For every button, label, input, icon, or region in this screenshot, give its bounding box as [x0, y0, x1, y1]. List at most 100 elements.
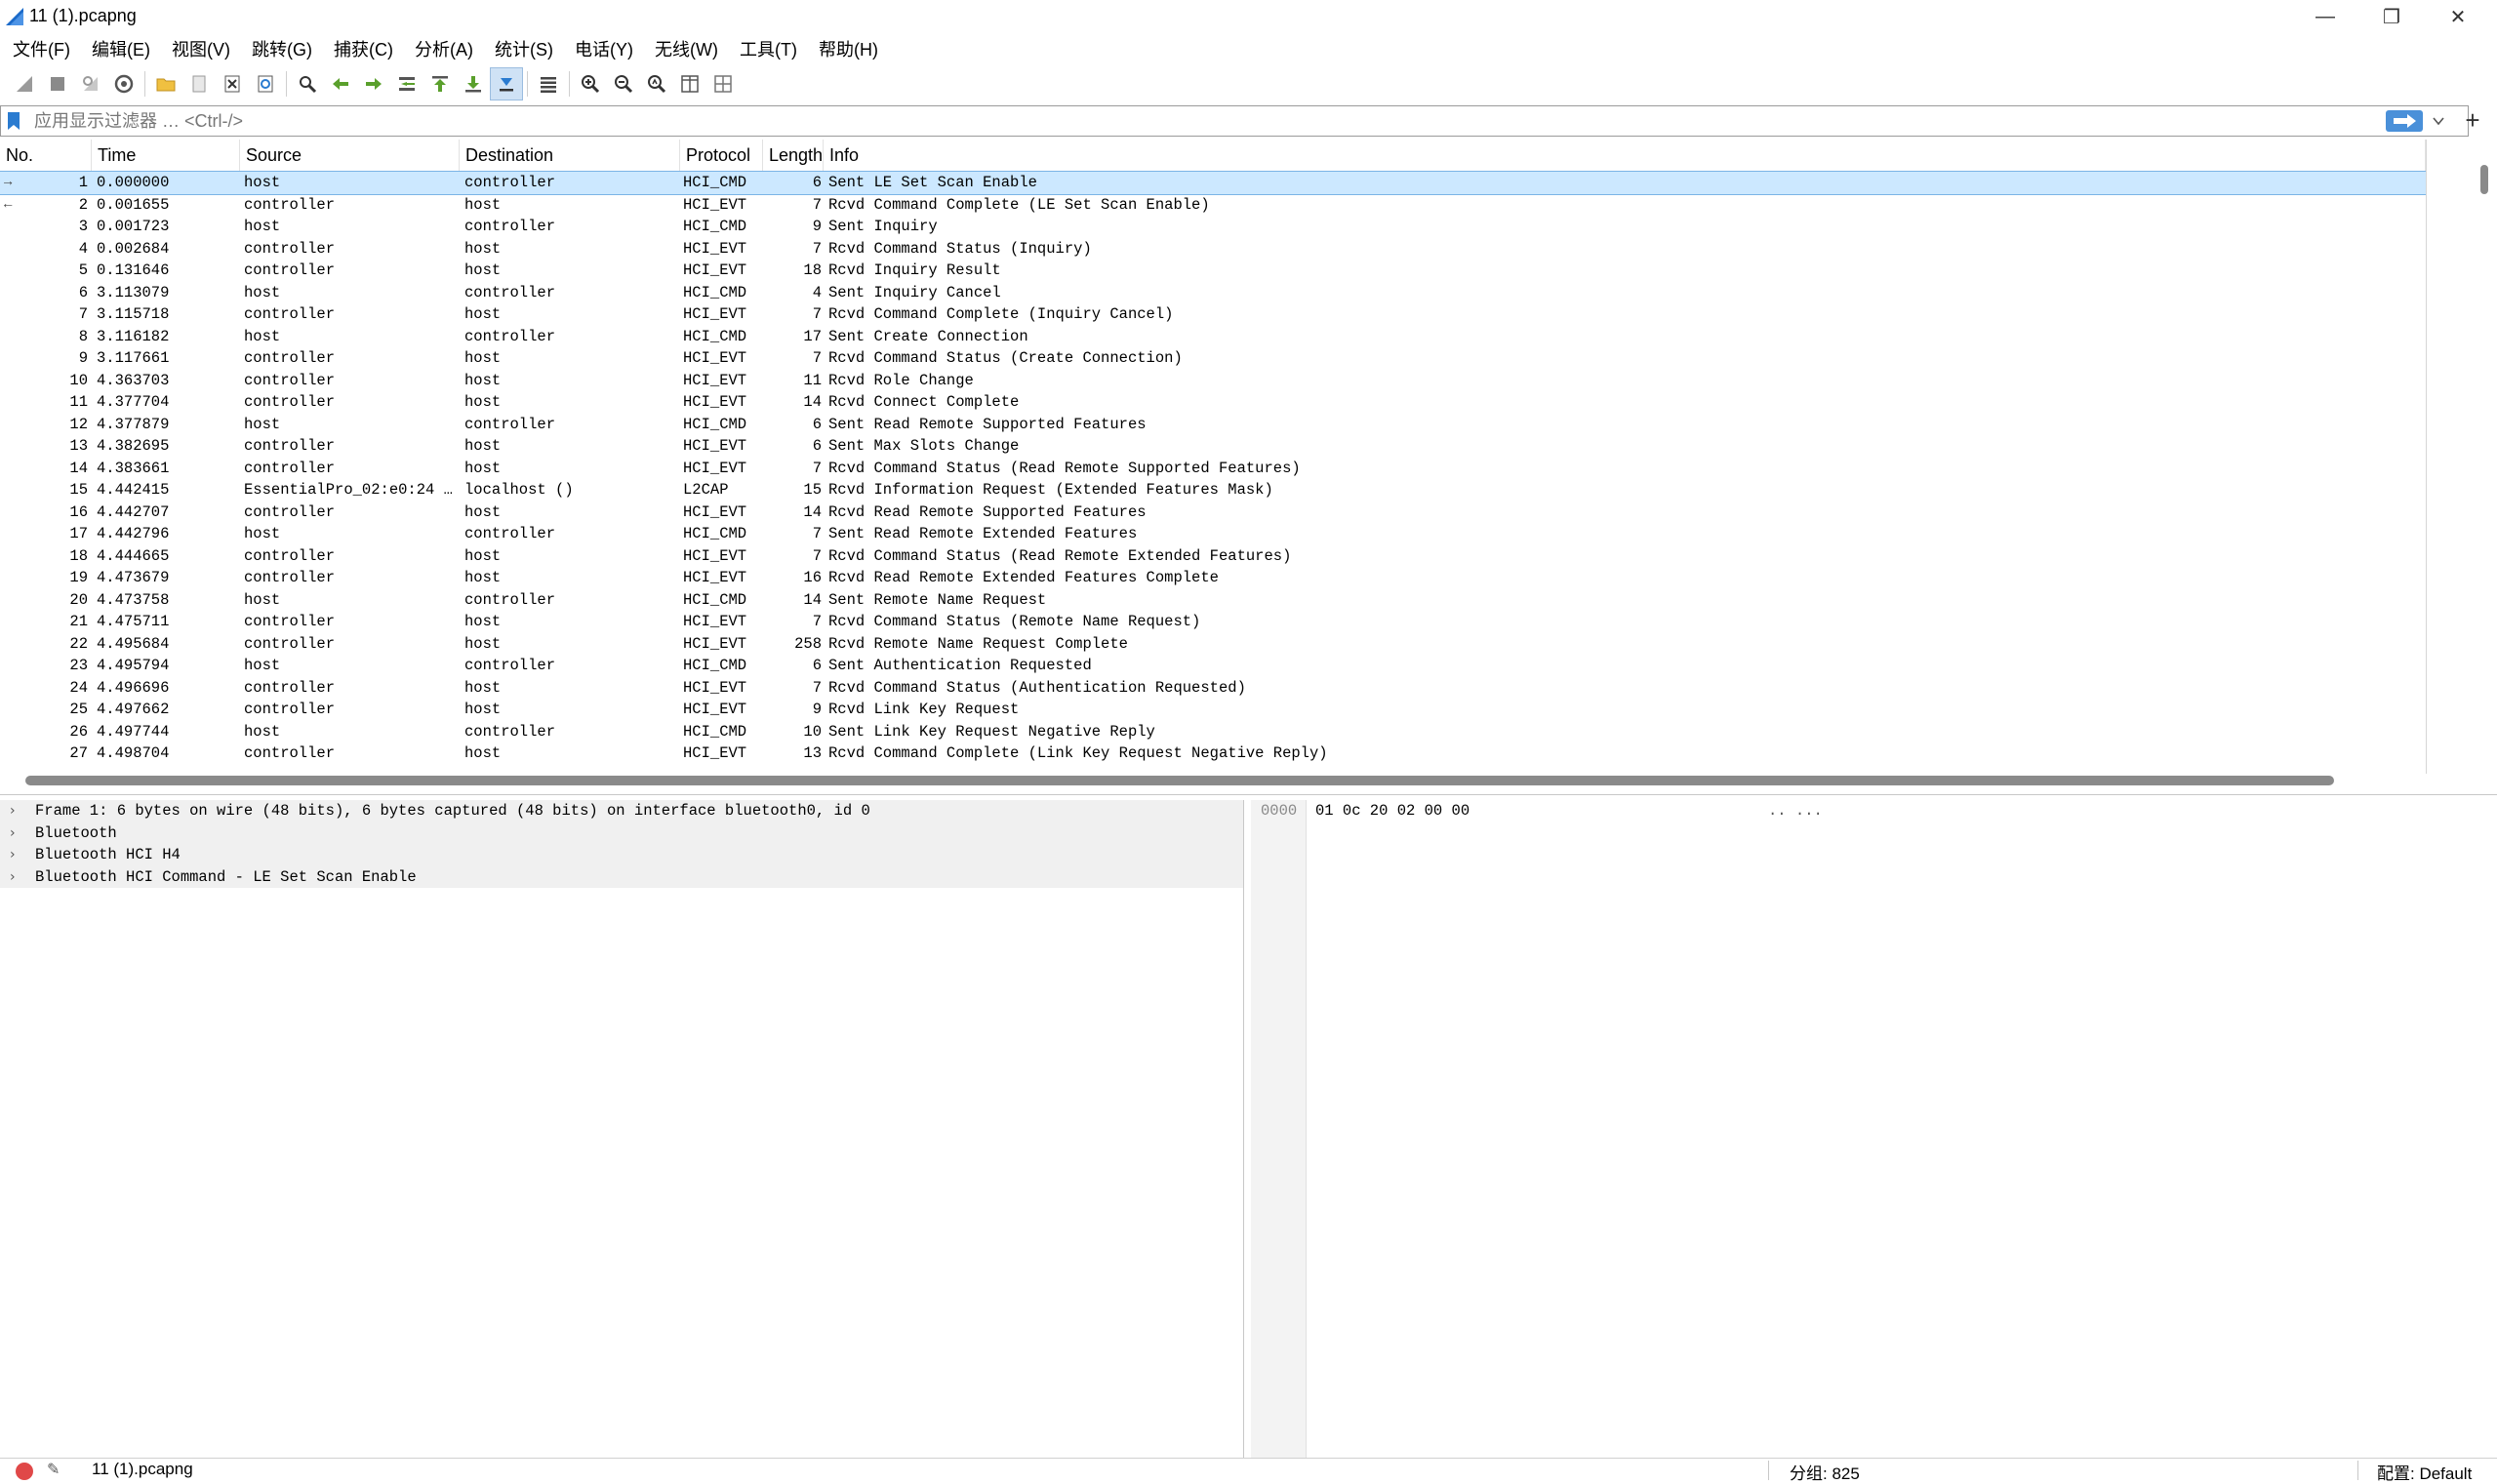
capture-options-button[interactable] [107, 67, 141, 100]
packet-row[interactable]: 8 3.116182 host controller HCI_CMD 17 Sent Cre… [0, 326, 2426, 348]
packet-row[interactable]: 22 4.495684 controller host HCI_EVT 258 Rcvd R… [0, 633, 2426, 656]
detail-tree-label: Bluetooth HCI H4 [35, 846, 181, 863]
packet-row[interactable]: 12 4.377879 host controller HCI_CMD 6 Sent Rea… [0, 414, 2426, 436]
packet-row[interactable]: 7 3.115718 controller host HCI_EVT 7 Rcvd Comm… [0, 303, 2426, 326]
packet-row[interactable]: 11 4.377704 controller host HCI_EVT 14 Rcvd Co… [0, 391, 2426, 414]
apply-filter-button[interactable] [2386, 110, 2423, 132]
column-header-no[interactable]: No. [0, 140, 92, 171]
packet-row[interactable]: 4 0.002684 controller host HCI_EVT 7 Rcvd Comm… [0, 238, 2426, 261]
menu-view[interactable]: 视图(V) [159, 36, 239, 61]
start-capture-button[interactable] [8, 67, 41, 100]
save-file-button[interactable] [182, 67, 216, 100]
display-filter-input[interactable] [34, 109, 2376, 133]
column-header-length[interactable]: Length [763, 140, 824, 171]
column-header-source[interactable]: Source [240, 140, 460, 171]
packet-row[interactable]: 5 0.131646 controller host HCI_EVT 18 Rcvd Inq… [0, 260, 2426, 282]
packet-row[interactable]: 24 4.496696 controller host HCI_EVT 7 Rcvd Com… [0, 677, 2426, 700]
capture-comment-icon[interactable]: ✎ [47, 1460, 60, 1479]
menu-wireless[interactable]: 无线(W) [642, 36, 727, 61]
packet-row[interactable]: 25 4.497662 controller host HCI_EVT 9 Rcvd Lin… [0, 699, 2426, 721]
packet-row[interactable]: → 1 0.000000 host controller HCI_CMD 6 Sent LE … [0, 171, 2426, 195]
go-first-button[interactable] [423, 67, 457, 100]
pane-splitter[interactable] [0, 794, 2497, 795]
packet-row[interactable]: ← 2 0.001655 controller host HCI_EVT 7 Rcvd Com… [0, 194, 2426, 217]
zoom-in-button[interactable] [574, 67, 607, 100]
reload-file-button[interactable] [249, 67, 282, 100]
column-header-protocol[interactable]: Protocol [680, 140, 763, 171]
packet-row[interactable]: 16 4.442707 controller host HCI_EVT 14 Rcvd Re… [0, 501, 2426, 524]
go-back-button[interactable] [324, 67, 357, 100]
packet-row[interactable]: 17 4.442796 host controller HCI_CMD 7 Sent Rea… [0, 523, 2426, 545]
packet-row[interactable]: 10 4.363703 controller host HCI_EVT 11 Rcvd Ro… [0, 370, 2426, 392]
packet-cell-destination: controller [464, 525, 556, 542]
add-filter-button-button[interactable]: + [2455, 103, 2490, 137]
packet-row[interactable]: 13 4.382695 controller host HCI_EVT 6 Sent Max… [0, 435, 2426, 458]
stop-capture-button[interactable] [41, 67, 74, 100]
zoom-normal-button[interactable] [640, 67, 673, 100]
packet-cell-no: 7 [78, 305, 88, 323]
close-button[interactable]: ✕ [2426, 0, 2490, 33]
menu-statistics[interactable]: 统计(S) [482, 36, 562, 61]
expert-info-icon[interactable] [16, 1463, 33, 1480]
restart-capture-button[interactable] [74, 67, 107, 100]
go-to-packet-button[interactable] [390, 67, 423, 100]
packet-list-vscroll[interactable] [2469, 140, 2497, 774]
packet-cell-time: 0.131646 [97, 261, 170, 279]
packet-row[interactable]: 18 4.444665 controller host HCI_EVT 7 Rcvd Com… [0, 545, 2426, 568]
find-packet-button[interactable] [291, 67, 324, 100]
layout-button[interactable] [706, 67, 740, 100]
detail-tree-item[interactable]: › Bluetooth [0, 822, 1243, 845]
packet-row[interactable]: 23 4.495794 host controller HCI_CMD 6 Sent Aut… [0, 655, 2426, 677]
vscroll-thumb[interactable] [2480, 165, 2488, 194]
column-header-time[interactable]: Time [92, 140, 240, 171]
hscroll-thumb[interactable] [25, 776, 2334, 785]
status-separator [2357, 1461, 2358, 1480]
packet-row[interactable]: 21 4.475711 controller host HCI_EVT 7 Rcvd Com… [0, 611, 2426, 633]
packet-row[interactable]: 9 3.117661 controller host HCI_EVT 7 Rcvd Comm… [0, 347, 2426, 370]
go-forward-button[interactable] [357, 67, 390, 100]
packet-cell-info: Sent Inquiry Cancel [828, 283, 1001, 301]
packet-row[interactable]: 26 4.497744 host controller HCI_CMD 10 Sent Li… [0, 721, 2426, 743]
bytes-ascii[interactable]: .. ... [1768, 800, 1823, 822]
chevron-right-icon[interactable]: › [10, 844, 16, 866]
detail-tree-item[interactable]: › Bluetooth HCI Command - LE Set Scan Ena… [0, 865, 1243, 889]
filter-bookmark-icon[interactable] [7, 111, 20, 131]
menu-help[interactable]: 帮助(H) [806, 36, 887, 61]
packet-cell-no: 14 [69, 459, 88, 477]
menu-file[interactable]: 文件(F) [0, 36, 79, 61]
packet-row[interactable]: 3 0.001723 host controller HCI_CMD 9 Sent Inqu… [0, 216, 2426, 238]
packet-row[interactable]: 14 4.383661 controller host HCI_EVT 7 Rcvd Com… [0, 458, 2426, 480]
restore-button[interactable]: ❐ [2359, 0, 2424, 33]
colorize-button[interactable] [532, 67, 565, 100]
column-header-destination[interactable]: Destination [460, 140, 680, 171]
detail-tree-item[interactable]: › Frame 1: 6 bytes on wire (48 bits), 6 b… [0, 800, 1243, 822]
chevron-right-icon[interactable]: › [10, 800, 16, 822]
chevron-right-icon[interactable]: › [10, 822, 16, 845]
resize-columns-button[interactable] [673, 67, 706, 100]
column-header-info[interactable]: Info [824, 140, 2426, 171]
minimize-button[interactable]: — [2293, 0, 2357, 33]
chevron-down-icon[interactable] [2431, 114, 2446, 128]
menu-go[interactable]: 跳转(G) [239, 36, 321, 61]
detail-tree-label: Frame 1: 6 bytes on wire (48 bits), 6 by… [35, 802, 870, 820]
close-file-button[interactable] [216, 67, 249, 100]
packet-row[interactable]: 15 4.442415 EssentialPro_02:e0:24 … localho… [0, 479, 2426, 501]
menu-analyze[interactable]: 分析(A) [402, 36, 482, 61]
zoom-out-button[interactable] [607, 67, 640, 100]
go-last-button[interactable] [457, 67, 490, 100]
packet-row[interactable]: 19 4.473679 controller host HCI_EVT 16 Rcvd Re… [0, 567, 2426, 589]
menu-telephony[interactable]: 电话(Y) [562, 36, 642, 61]
menu-tools[interactable]: 工具(T) [727, 36, 806, 61]
status-profile[interactable]: 配置: Default [2377, 1460, 2472, 1484]
menu-edit[interactable]: 编辑(E) [79, 36, 159, 61]
packet-row[interactable]: 6 3.113079 host controller HCI_CMD 4 Sent Inqu… [0, 282, 2426, 304]
chevron-right-icon[interactable]: › [10, 866, 16, 889]
bytes-hex[interactable]: 01 0c 20 02 00 00 [1315, 800, 1470, 822]
menu-capture[interactable]: 捕获(C) [321, 36, 402, 61]
open-file-button[interactable] [149, 67, 182, 100]
auto-scroll-button[interactable] [490, 67, 523, 100]
detail-tree-item[interactable]: › Bluetooth HCI H4 [0, 844, 1243, 866]
packet-row[interactable]: 20 4.473758 host controller HCI_CMD 14 Sent Re… [0, 589, 2426, 612]
packet-row[interactable]: 27 4.498704 controller host HCI_EVT 13 Rcvd Co… [0, 742, 2426, 765]
packet-list-hscroll[interactable] [0, 771, 2426, 790]
